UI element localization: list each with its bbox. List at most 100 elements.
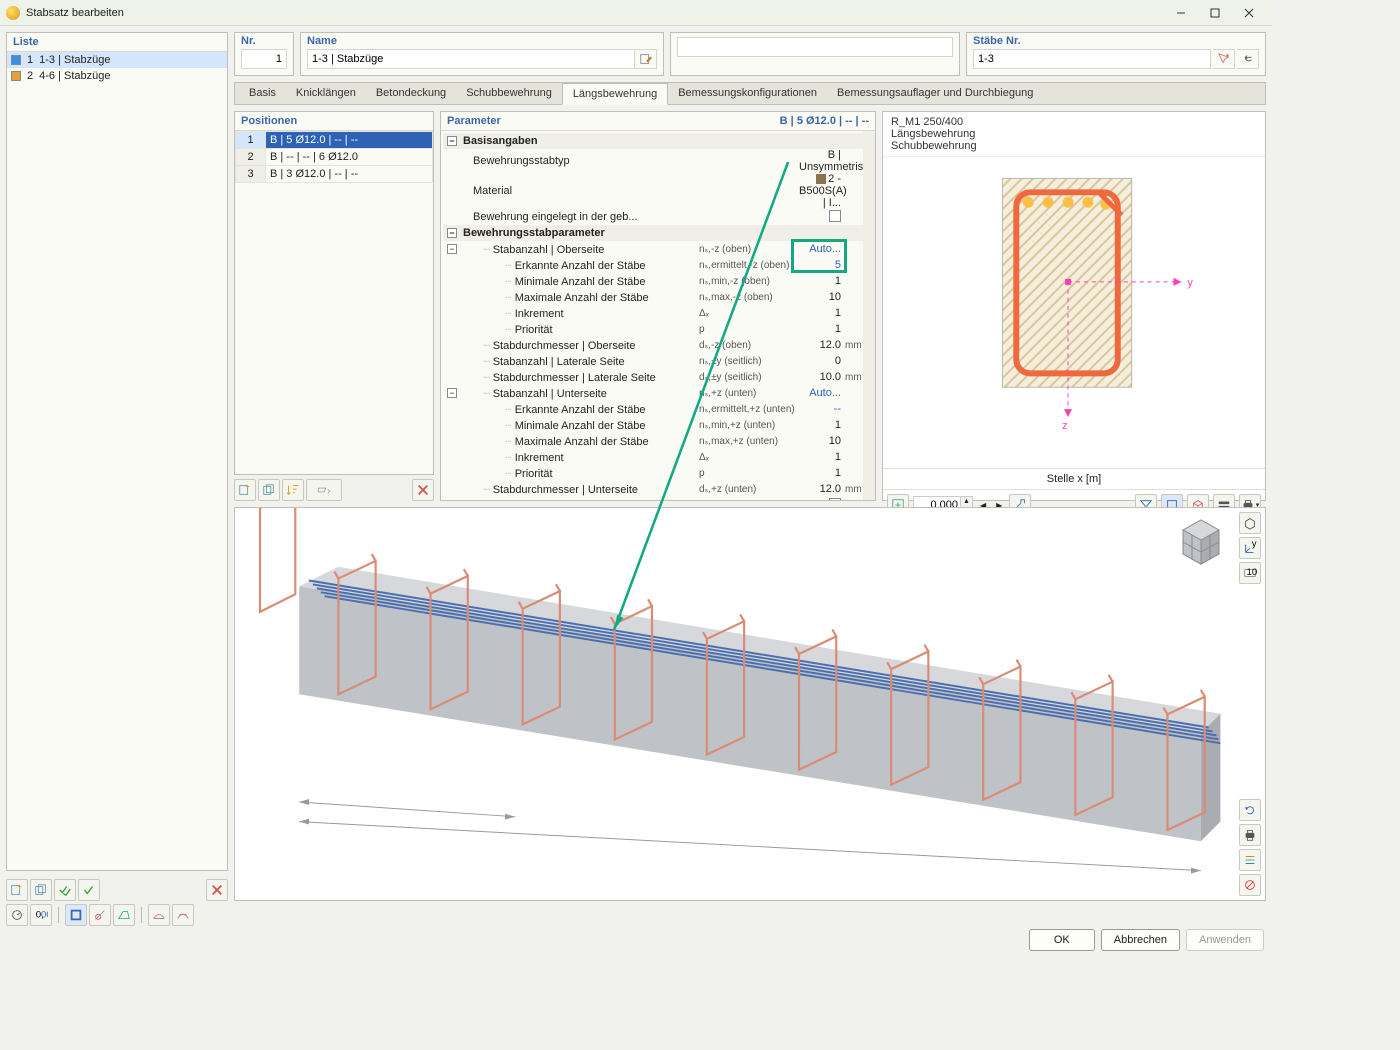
maximize-button[interactable] — [1198, 2, 1232, 24]
param-value[interactable]: Auto... — [799, 387, 845, 399]
param-group-header[interactable]: −Basisangaben — [443, 133, 875, 149]
pos-copy-icon[interactable] — [258, 479, 280, 501]
new-icon[interactable] — [6, 879, 28, 901]
collapse-icon[interactable]: − — [447, 228, 457, 238]
parameter-grid[interactable]: −Basisangaben Bewehrungsstabtyp B | Unsy… — [441, 131, 875, 500]
ok-button[interactable]: OK — [1029, 929, 1095, 951]
param-row[interactable]: − ┄ Stabanzahl | Oberseite nₛ,-z (oben) … — [443, 241, 875, 257]
expand-icon[interactable]: − — [447, 388, 457, 398]
tab-längsbewehrung[interactable]: Längsbewehrung — [562, 83, 668, 105]
liste-item[interactable]: 2 4-6 | Stabzüge — [7, 68, 227, 84]
param-row[interactable]: ┄ Maximale Anzahl der Stäbe nₛ,max,+z (u… — [443, 433, 875, 449]
v3d-list-icon[interactable] — [1239, 849, 1261, 871]
param-value[interactable]: 1 — [799, 419, 845, 431]
nav-cube[interactable] — [1173, 516, 1229, 566]
edit-name-icon[interactable] — [635, 49, 657, 69]
param-row[interactable]: ┄ Stabdurchmesser | Oberseite dₛ,-z (obe… — [443, 337, 875, 353]
komment-input[interactable] — [677, 37, 953, 57]
param-value[interactable]: 12.0 — [799, 339, 845, 351]
param-row[interactable]: ┄ Priorität p 1 — [443, 465, 875, 481]
param-value[interactable] — [799, 210, 845, 225]
param-value[interactable]: 10.0 — [799, 371, 845, 383]
staebe-input[interactable] — [973, 49, 1211, 69]
param-row[interactable]: ┄ Minimale Anzahl der Stäbe nₛ,min,+z (u… — [443, 417, 875, 433]
v3d-refresh-icon[interactable] — [1239, 799, 1261, 821]
param-row[interactable]: Material 2 - B500S(A) | I... — [443, 173, 875, 209]
v3d-clear-icon[interactable] — [1239, 874, 1261, 896]
param-row[interactable]: ┄ Priorität p 1 — [443, 321, 875, 337]
param-value[interactable]: 0 — [799, 355, 845, 367]
param-value[interactable]: 1 — [799, 451, 845, 463]
checkbox[interactable] — [829, 498, 841, 501]
param-value[interactable]: B | Unsymmetrisch — [799, 149, 845, 173]
delete-icon[interactable] — [206, 879, 228, 901]
param-row[interactable]: ┄ Maximale Anzahl der Stäbe nₛ,max,-z (o… — [443, 289, 875, 305]
decimal-icon[interactable]: 0,00 — [30, 904, 52, 926]
param-row[interactable]: Bewehrungsstabtyp B | Unsymmetrisch — [443, 149, 875, 173]
param-value[interactable]: -- — [799, 403, 845, 415]
param-row[interactable]: ┄ Eckbewehrung — [443, 497, 875, 500]
view-envelope-icon[interactable] — [172, 904, 194, 926]
section-canvas[interactable]: y z — [883, 157, 1265, 468]
view-section-icon[interactable] — [65, 904, 87, 926]
tab-knicklängen[interactable]: Knicklängen — [286, 83, 366, 104]
positions-table[interactable]: 1B | 5 Ø12.0 | -- | --2B | -- | -- | 6 Ø… — [235, 131, 433, 183]
tab-betondeckung[interactable]: Betondeckung — [366, 83, 456, 104]
apply-button[interactable]: Anwenden — [1186, 929, 1264, 951]
spin-up-icon[interactable]: ▲ — [960, 497, 972, 505]
close-button[interactable] — [1232, 2, 1266, 24]
collapse-icon[interactable]: − — [447, 136, 457, 146]
param-value[interactable]: 1 — [799, 467, 845, 479]
pick-members-icon[interactable] — [1213, 49, 1235, 69]
param-row[interactable]: ┄ Stabanzahl | Laterale Seite nₛ,±y (sei… — [443, 353, 875, 369]
param-value[interactable]: 1 — [799, 275, 845, 287]
tab-bemessungskonfigurationen[interactable]: Bemessungskonfigurationen — [668, 83, 827, 104]
liste-item[interactable]: 1 1-3 | Stabzüge — [7, 52, 227, 68]
param-value[interactable] — [799, 498, 845, 501]
param-row[interactable]: ┄ Erkannte Anzahl der Stäbe nₛ,ermittelt… — [443, 401, 875, 417]
minimize-button[interactable] — [1164, 2, 1198, 24]
param-row[interactable]: ┄ Inkrement Δₓ 1 — [443, 305, 875, 321]
check-all-icon[interactable] — [54, 879, 76, 901]
position-row[interactable]: 2B | -- | -- | 6 Ø12.0 — [236, 149, 433, 166]
view-result-icon[interactable] — [148, 904, 170, 926]
param-value[interactable]: 1 — [799, 307, 845, 319]
tab-bemessungsauflager und durchbiegung[interactable]: Bemessungsauflager und Durchbiegung — [827, 83, 1043, 104]
tab-schubbewehrung[interactable]: Schubbewehrung — [456, 83, 562, 104]
scrollbar[interactable] — [863, 131, 875, 500]
checkbox[interactable] — [829, 210, 841, 222]
v3d-values-icon[interactable]: 10 — [1239, 562, 1261, 584]
check-icon[interactable] — [78, 879, 100, 901]
v3d-iso-icon[interactable] — [1239, 512, 1261, 534]
position-row[interactable]: 3B | 3 Ø12.0 | -- | -- — [236, 166, 433, 183]
param-value[interactable]: 2 - B500S(A) | I... — [799, 173, 845, 209]
param-row[interactable]: ┄ Erkannte Anzahl der Stäbe nₛ,ermittelt… — [443, 257, 875, 273]
pos-delete-icon[interactable] — [412, 479, 434, 501]
nr-input[interactable] — [241, 49, 287, 69]
pos-sort-icon[interactable] — [282, 479, 304, 501]
view3d[interactable]: y 10 — [234, 507, 1266, 901]
view-3dicon[interactable] — [113, 904, 135, 926]
param-row[interactable]: ┄ Stabdurchmesser | Unterseite dₛ,+z (un… — [443, 481, 875, 497]
param-value[interactable]: Auto... — [799, 243, 845, 255]
v3d-axes-icon[interactable]: y — [1239, 537, 1261, 559]
view-bar-icon[interactable] — [89, 904, 111, 926]
liste-body[interactable]: 1 1-3 | Stabzüge 2 4-6 | Stabzüge — [7, 52, 227, 870]
position-row[interactable]: 1B | 5 Ø12.0 | -- | -- — [236, 132, 433, 149]
units-icon[interactable] — [6, 904, 28, 926]
param-row[interactable]: ┄ Minimale Anzahl der Stäbe nₛ,min,-z (o… — [443, 273, 875, 289]
param-group-header[interactable]: −Bewehrungsstabparameter — [443, 225, 875, 241]
cancel-button[interactable]: Abbrechen — [1101, 929, 1180, 951]
param-row[interactable]: ┄ Inkrement Δₓ 1 — [443, 449, 875, 465]
tab-basis[interactable]: Basis — [239, 83, 286, 104]
param-value[interactable]: 12.0 — [799, 483, 845, 495]
param-row[interactable]: − ┄ Stabanzahl | Unterseite nₛ,+z (unten… — [443, 385, 875, 401]
undo-members-icon[interactable] — [1237, 49, 1259, 69]
copy-icon[interactable] — [30, 879, 52, 901]
param-row[interactable]: Bewehrung eingelegt in der geb... — [443, 209, 875, 225]
pos-new-icon[interactable] — [234, 479, 256, 501]
param-value[interactable]: 1 — [799, 323, 845, 335]
expand-icon[interactable]: − — [447, 244, 457, 254]
param-row[interactable]: ┄ Stabdurchmesser | Laterale Seite dₛ,±y… — [443, 369, 875, 385]
pos-view-icon[interactable] — [306, 479, 342, 501]
